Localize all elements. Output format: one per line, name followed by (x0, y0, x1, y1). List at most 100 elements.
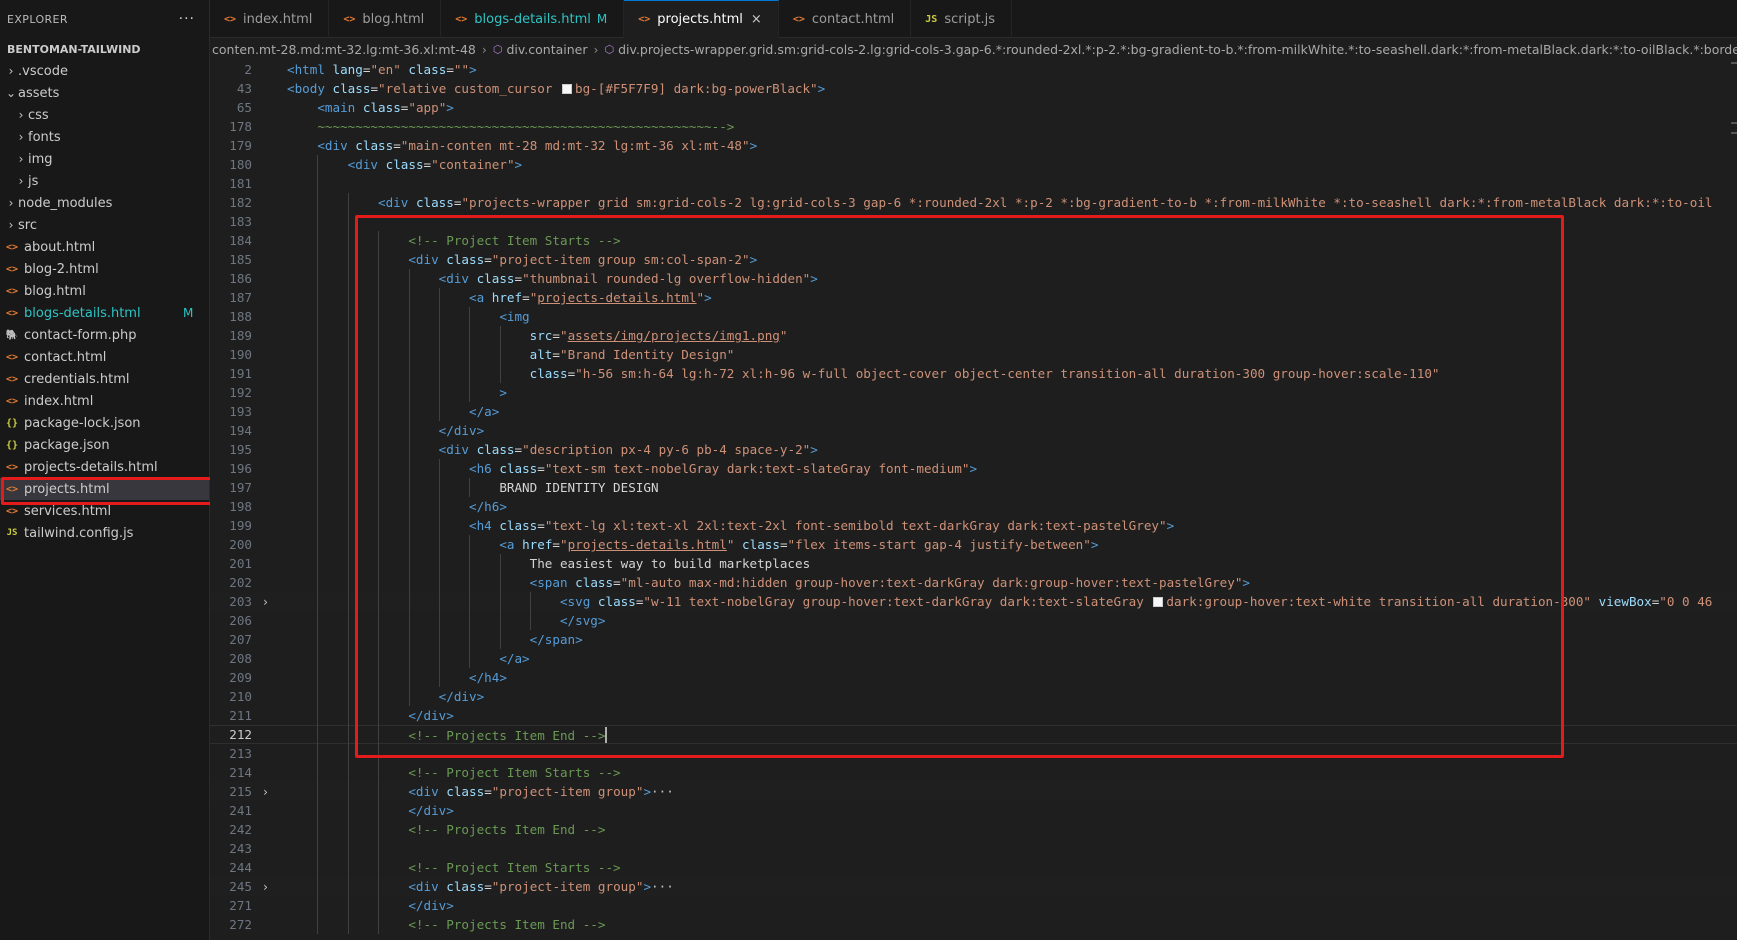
code-token-attr: class (332, 81, 371, 96)
code-line[interactable]: 188 <img (210, 307, 1737, 326)
tree-item-package-lock-json[interactable]: {} package-lock.json (0, 412, 209, 434)
color-swatch[interactable] (562, 84, 573, 94)
code-line[interactable]: 245 › <div class="project-item group">··· (210, 877, 1737, 896)
more-icon[interactable]: ··· (179, 11, 195, 27)
code-line[interactable]: 181 (210, 174, 1737, 193)
code-line[interactable]: 242 <!-- Projects Item End --> (210, 820, 1737, 839)
code-token-stru[interactable]: projects-details.html (537, 290, 696, 305)
tree-item-blog-html[interactable]: <> blog.html (0, 280, 209, 302)
code-line[interactable]: 184 <!-- Project Item Starts --> (210, 231, 1737, 250)
code-line[interactable]: 214 <!-- Project Item Starts --> (210, 763, 1737, 782)
code-line[interactable]: 206 </svg> (210, 611, 1737, 630)
code-line[interactable]: 182 <div class="projects-wrapper grid sm… (210, 193, 1737, 212)
tree-item-services-html[interactable]: <> services.html (0, 500, 209, 522)
indent-guide (347, 497, 349, 516)
line-number: 184 (229, 233, 252, 248)
code-line[interactable]: 209 </h4> (210, 668, 1737, 687)
tree-item-js[interactable]: › js (0, 170, 209, 192)
indent-guide (378, 668, 380, 687)
html-file-icon: <> (5, 263, 19, 275)
code-editor[interactable]: 2 <html lang="en" class=""> 43 <body class=… (210, 60, 1737, 940)
code-line[interactable]: 215 › <div class="project-item group">··· (210, 782, 1737, 801)
code-line[interactable]: 207 </span> (210, 630, 1737, 649)
tree-item-blogs-details-html[interactable]: <> blogs-details.html M (0, 302, 209, 324)
tree-item-tailwind-config-js[interactable]: JS tailwind.config.js (0, 522, 209, 544)
tree-item-index-html[interactable]: <> index.html (0, 390, 209, 412)
tab-blog-html[interactable]: <> blog.html (329, 0, 442, 38)
tab-script-js[interactable]: JS script.js (911, 0, 1013, 38)
close-icon[interactable]: × (751, 12, 762, 27)
code-line[interactable]: 192 > (210, 383, 1737, 402)
code-line[interactable]: 189 src="assets/img/projects/img1.png" (210, 326, 1737, 345)
code-line[interactable]: 187 <a href="projects-details.html"> (210, 288, 1737, 307)
scrollbar[interactable] (1729, 60, 1737, 940)
code-line[interactable]: 178 ~~~~~~~~~~~~~~~~~~~~~~~~~~~~~~~~~~~~… (210, 117, 1737, 136)
code-line[interactable]: 203 › <svg class="w-11 text-nobelGray gro… (210, 592, 1737, 611)
code-line[interactable]: 191 class="h-56 sm:h-64 lg:h-72 xl:h-96 … (210, 364, 1737, 383)
code-line[interactable]: 43 <body class="relative custom_cursor bg… (210, 79, 1737, 98)
code-line[interactable]: 197 BRAND IDENTITY DESIGN (210, 478, 1737, 497)
tab-projects-html[interactable]: <> projects.html × (624, 0, 779, 38)
code-line[interactable]: 180 <div class="container"> (210, 155, 1737, 174)
indent-guide (408, 649, 410, 668)
code-line[interactable]: 194 </div> (210, 421, 1737, 440)
code-line[interactable]: 202 <span class="ml-auto max-md:hidden g… (210, 573, 1737, 592)
breadcrumb-item[interactable]: div.container (506, 42, 587, 57)
code-line[interactable]: 243 (210, 839, 1737, 858)
tree-item-credentials-html[interactable]: <> credentials.html (0, 368, 209, 390)
code-line[interactable]: 2 <html lang="en" class=""> (210, 60, 1737, 79)
code-line[interactable]: 179 <div class="main-conten mt-28 md:mt-… (210, 136, 1737, 155)
tab-index-html[interactable]: <> index.html (210, 0, 330, 38)
code-line[interactable]: 213 (210, 744, 1737, 763)
code-line[interactable]: 244 <!-- Project Item Starts --> (210, 858, 1737, 877)
code-line[interactable]: 186 <div class="thumbnail rounded-lg ove… (210, 269, 1737, 288)
tree-item-node-modules[interactable]: › node_modules (0, 192, 209, 214)
tree-item-contact-form-php[interactable]: 🐘 contact-form.php (0, 324, 209, 346)
tab-blogs-details-html[interactable]: <> blogs-details.html M (441, 0, 625, 38)
code-line[interactable]: 195 <div class="description px-4 py-6 pb… (210, 440, 1737, 459)
tree-item-assets[interactable]: ⌄ assets (0, 82, 209, 104)
code-line[interactable]: 183 (210, 212, 1737, 231)
tree-item-contact-html[interactable]: <> contact.html (0, 346, 209, 368)
fold-chevron-icon[interactable]: › (252, 785, 279, 799)
code-line[interactable]: 241 </div> (210, 801, 1737, 820)
code-line[interactable]: 193 </a> (210, 402, 1737, 421)
code-token-stru[interactable]: projects-details.html (568, 537, 727, 552)
code-line[interactable]: 208 </a> (210, 649, 1737, 668)
code-line[interactable]: 211 </div> (210, 706, 1737, 725)
tree-item-img[interactable]: › img (0, 148, 209, 170)
tree-item-css[interactable]: › css (0, 104, 209, 126)
project-root-folder[interactable]: BENTOMAN-TAILWIND (0, 38, 209, 60)
code-line[interactable]: 210 </div> (210, 687, 1737, 706)
code-line[interactable]: 271 </div> (210, 896, 1737, 915)
tree-item--vscode[interactable]: › .vscode (0, 60, 209, 82)
tree-item-package-json[interactable]: {} package.json (0, 434, 209, 456)
tree-item-about-html[interactable]: <> about.html (0, 236, 209, 258)
code-line[interactable]: 272 <!-- Projects Item End --> (210, 915, 1737, 934)
code-text: <h4 class="text-lg xl:text-xl 2xl:text-2… (279, 516, 1174, 535)
code-token-tag: > (1242, 575, 1250, 590)
tree-item-blog-2-html[interactable]: <> blog-2.html (0, 258, 209, 280)
code-line[interactable]: 196 <h6 class="text-sm text-nobelGray da… (210, 459, 1737, 478)
code-line[interactable]: 185 <div class="project-item group sm:co… (210, 250, 1737, 269)
breadcrumb-item[interactable]: conten.mt-28.md:mt-32.lg:mt-36.xl:mt-48 (212, 42, 476, 57)
code-line[interactable]: 199 <h4 class="text-lg xl:text-xl 2xl:te… (210, 516, 1737, 535)
line-number: 195 (229, 442, 252, 457)
tree-item-projects-html[interactable]: <> projects.html (0, 478, 209, 500)
tree-item-projects-details-html[interactable]: <> projects-details.html (0, 456, 209, 478)
code-token-tag: <a (499, 537, 515, 552)
code-token-stru[interactable]: assets/img/projects/img1.png (568, 328, 780, 343)
code-line[interactable]: 65 <main class="app"> (210, 98, 1737, 117)
code-line[interactable]: 200 <a href="projects-details.html" clas… (210, 535, 1737, 554)
tab-contact-html[interactable]: <> contact.html (779, 0, 912, 38)
code-line[interactable]: 201 The easiest way to build marketplace… (210, 554, 1737, 573)
fold-chevron-icon[interactable]: › (252, 595, 279, 609)
tree-item-fonts[interactable]: › fonts (0, 126, 209, 148)
code-line[interactable]: 212 <!-- Projects Item End --> (210, 724, 1737, 745)
tree-item-src[interactable]: › src (0, 214, 209, 236)
code-line[interactable]: 190 alt="Brand Identity Design" (210, 345, 1737, 364)
color-swatch[interactable] (1153, 597, 1164, 607)
fold-chevron-icon[interactable]: › (252, 880, 279, 894)
code-line[interactable]: 198 </h6> (210, 497, 1737, 516)
breadcrumb-item[interactable]: div.projects-wrapper.grid.sm:grid-cols-2… (618, 42, 1737, 57)
